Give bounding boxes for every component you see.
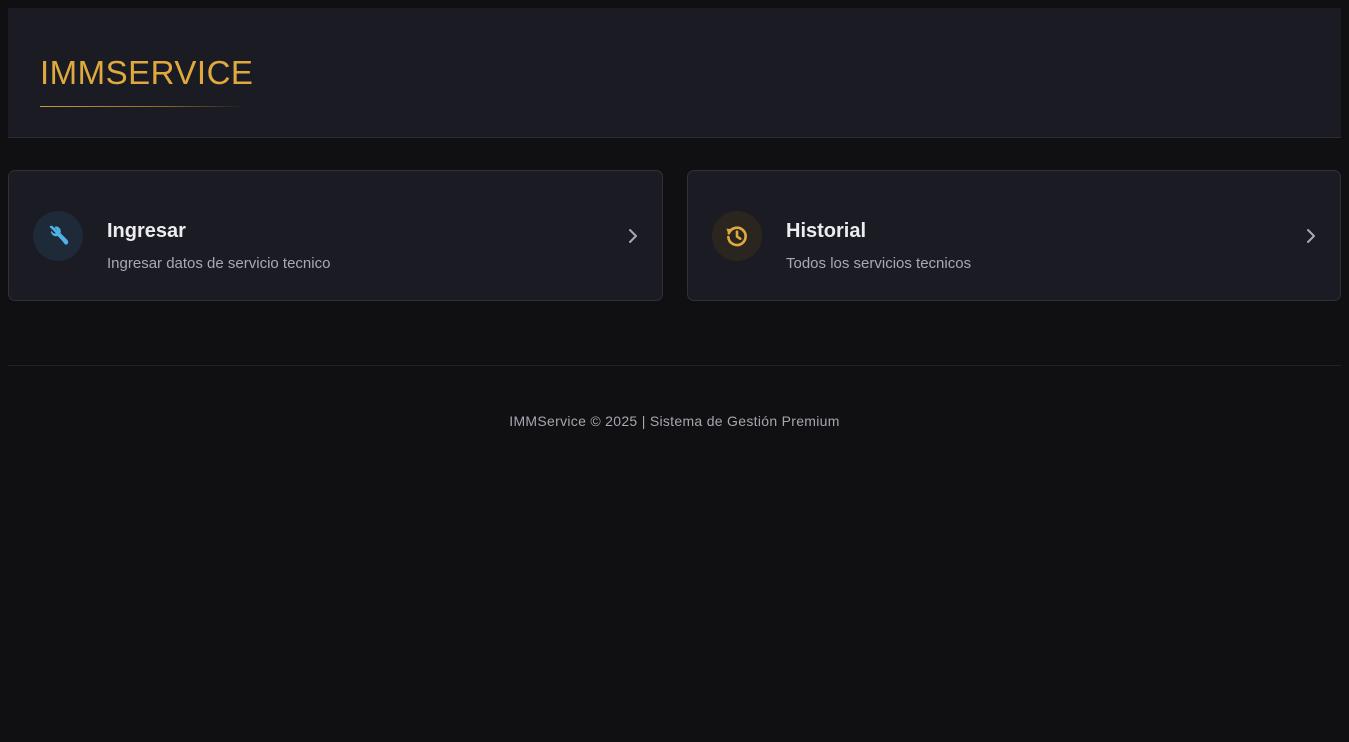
brand-underline (40, 106, 246, 107)
tools-icon (33, 211, 83, 261)
historial-title: Historial (786, 220, 867, 242)
chevron-right-icon (626, 226, 640, 246)
ingresar-description: Ingresar datos de servicio tecnico (107, 255, 331, 272)
historial-description: Todos los servicios tecnicos (786, 255, 972, 272)
ingresar-card[interactable]: Ingresar Ingresar datos de servicio tecn… (8, 170, 663, 301)
footer-divider (8, 365, 1341, 366)
footer-text: IMMService © 2025 | Sistema de Gestión P… (509, 413, 840, 429)
historial-card[interactable]: Historial Todos los servicios tecnicos (687, 170, 1341, 301)
brand-title: IMMSERVICE (40, 54, 254, 91)
ingresar-title: Ingresar (107, 220, 186, 242)
history-icon (712, 211, 762, 261)
app-header: IMMSERVICE (8, 8, 1341, 138)
chevron-right-icon (1304, 226, 1318, 246)
